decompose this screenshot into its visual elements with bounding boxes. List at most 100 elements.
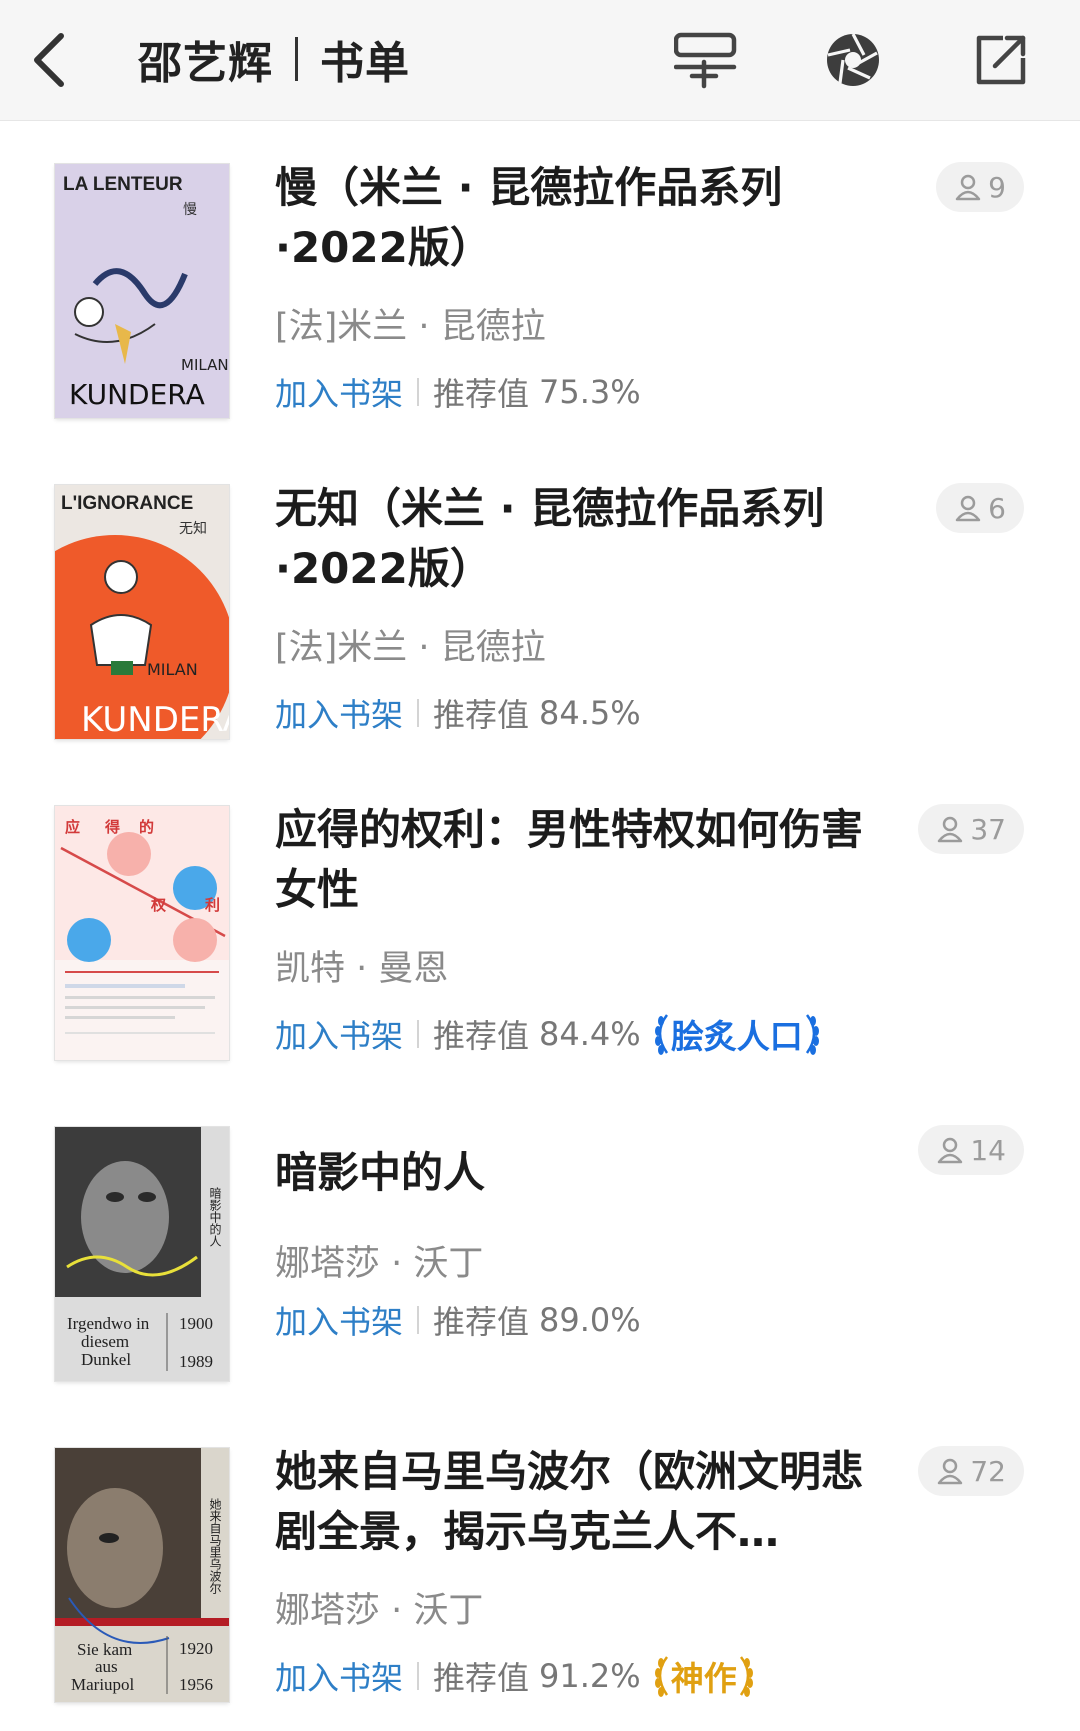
cover-char: 应 <box>65 818 80 836</box>
book-cover[interactable]: Sie kam aus Mariupol 1920 1956 她来自马里乌波尔 <box>55 1448 229 1702</box>
recommend-label: 推荐值 <box>433 1659 530 1697</box>
meta-divider <box>417 699 420 727</box>
cover-char: 的 <box>139 818 154 836</box>
book-author: [法]米兰 · 昆德拉 <box>275 628 546 668</box>
readers-count: 14 <box>970 1133 1006 1167</box>
meta-divider <box>417 1020 420 1048</box>
recommend-value: 75.3% <box>539 373 641 411</box>
back-icon <box>34 33 64 87</box>
book-meta: 加入书架 推荐值 91.2% 神作 <box>275 1651 757 1701</box>
readers-badge: 72 <box>918 1446 1024 1496</box>
recommend-label: 推荐值 <box>433 375 530 413</box>
book-author: [法]米兰 · 昆德拉 <box>275 307 546 347</box>
cover-title-line: aus <box>95 1657 118 1676</box>
add-to-list-button[interactable] <box>668 22 744 98</box>
add-to-shelf-link[interactable]: 加入书架 <box>275 369 403 415</box>
page-title: 邵艺辉 书单 <box>138 26 410 92</box>
page-title-section: 书单 <box>320 38 410 89</box>
share-icon <box>976 35 1026 85</box>
add-to-shelf-link[interactable]: 加入书架 <box>275 1653 403 1699</box>
readers-count: 9 <box>988 170 1006 204</box>
list-add-icon <box>674 32 737 89</box>
readers-badge: 14 <box>918 1125 1024 1175</box>
laurel-left-icon <box>654 1656 668 1697</box>
add-to-shelf-link[interactable]: 加入书架 <box>275 1297 403 1343</box>
add-to-shelf-link[interactable]: 加入书架 <box>275 690 403 736</box>
readers-count: 6 <box>988 491 1006 525</box>
cover-year: 1920 <box>179 1639 213 1658</box>
book-title[interactable]: 她来自马里乌波尔（欧洲文明悲剧全景，揭示乌克兰人不… <box>275 1442 875 1562</box>
cover-year: 1989 <box>179 1352 213 1371</box>
readers-count: 37 <box>970 812 1006 846</box>
popularity-badge: 脍炙人口 <box>651 1010 823 1058</box>
cover-title-line: Dunkel <box>81 1350 131 1369</box>
cover-author-last: KUNDERA <box>81 700 229 739</box>
cover-title-line: Mariupol <box>71 1675 135 1694</box>
book-item[interactable]: L'IGNORANCE 无知 MILAN KUNDERA 无知（米兰 · 昆德拉… <box>0 441 1080 741</box>
book-title[interactable]: 暗影中的人 <box>275 1143 875 1203</box>
masterpiece-badge-label: 神作 <box>670 1659 737 1698</box>
person-icon <box>938 816 963 843</box>
book-author: 娜塔莎 · 沃丁 <box>275 1591 484 1631</box>
cover-char: 利 <box>205 896 220 914</box>
recommend-label: 推荐值 <box>433 1303 530 1341</box>
share-button[interactable] <box>963 22 1039 98</box>
cover-title-text: LA LENTEUR <box>63 174 183 195</box>
cover-title-line: diesem <box>81 1332 129 1351</box>
book-item[interactable]: LA LENTEUR 慢 MILAN KUNDERA 慢（米兰 · 昆德拉作品系… <box>0 120 1080 420</box>
book-item[interactable]: Sie kam aus Mariupol 1920 1956 她来自马里乌波尔 … <box>0 1404 1080 1704</box>
cover-char: 权 <box>150 896 167 914</box>
book-title[interactable]: 慢（米兰 · 昆德拉作品系列·2022版） <box>275 158 875 278</box>
book-meta: 加入书架 推荐值 84.5% <box>275 688 641 738</box>
cover-title-text: L'IGNORANCE <box>61 493 193 514</box>
cover-char: 得 <box>104 818 120 836</box>
book-item[interactable]: 应 得 的 权 利 应得的权利：男性特权如何伤害女性 凯特 · 曼恩 加入书架 … <box>0 762 1080 1062</box>
person-icon <box>938 1458 963 1485</box>
meta-divider <box>417 378 420 406</box>
book-cover[interactable]: Irgendwo in diesem Dunkel 1900 1989 暗影中的… <box>55 1127 229 1381</box>
laurel-right-icon <box>805 1014 819 1055</box>
readers-count: 72 <box>970 1454 1006 1488</box>
recommend-label: 推荐值 <box>433 696 530 734</box>
cover-author-first: MILAN <box>147 660 198 679</box>
cover-author-first: MILAN <box>181 356 229 374</box>
book-title[interactable]: 应得的权利：男性特权如何伤害女性 <box>275 800 875 920</box>
title-divider <box>295 37 298 81</box>
cover-title-line: Irgendwo in <box>67 1314 150 1333</box>
laurel-left-icon <box>654 1014 668 1055</box>
readers-badge: 37 <box>918 804 1024 854</box>
popularity-badge-label: 脍炙人口 <box>670 1017 803 1056</box>
book-meta: 加入书架 推荐值 84.4% 脍炙人口 <box>275 1009 823 1059</box>
shutter-icon <box>827 33 879 86</box>
book-cover[interactable]: 应 得 的 权 利 <box>55 806 229 1060</box>
moments-button[interactable] <box>815 22 891 98</box>
back-button[interactable] <box>14 22 84 98</box>
recommend-label: 推荐值 <box>433 1017 530 1055</box>
book-author: 凯特 · 曼恩 <box>275 949 449 989</box>
book-cover[interactable]: LA LENTEUR 慢 MILAN KUNDERA <box>55 164 229 418</box>
meta-divider <box>417 1662 420 1690</box>
cover-year: 1900 <box>179 1314 213 1333</box>
cover-author-last: KUNDERA <box>69 378 205 411</box>
cover-cn-title: 暗影中的人 <box>208 1186 222 1247</box>
book-author: 娜塔莎 · 沃丁 <box>275 1244 484 1284</box>
laurel-right-icon <box>739 1656 753 1697</box>
recommend-value: 84.4% <box>539 1015 641 1053</box>
book-item[interactable]: Irgendwo in diesem Dunkel 1900 1989 暗影中的… <box>0 1083 1080 1383</box>
top-bar: 邵艺辉 书单 <box>0 0 1080 121</box>
book-cover[interactable]: L'IGNORANCE 无知 MILAN KUNDERA <box>55 485 229 739</box>
book-title[interactable]: 无知（米兰 · 昆德拉作品系列·2022版） <box>275 479 875 599</box>
cover-year: 1956 <box>179 1675 213 1694</box>
recommend-value: 89.0% <box>539 1301 641 1339</box>
cover-cn-title: 慢 <box>183 201 197 218</box>
meta-divider <box>417 1306 420 1334</box>
add-to-shelf-link[interactable]: 加入书架 <box>275 1011 403 1057</box>
person-icon <box>955 495 981 522</box>
recommend-value: 84.5% <box>539 694 641 732</box>
cover-cn-title: 她来自马里乌波尔 <box>208 1498 222 1594</box>
cover-cn-title: 无知 <box>179 520 207 537</box>
recommend-value: 91.2% <box>539 1657 641 1695</box>
book-meta: 加入书架 推荐值 89.0% <box>275 1295 641 1345</box>
readers-badge: 6 <box>936 483 1024 533</box>
readers-badge: 9 <box>936 162 1024 212</box>
